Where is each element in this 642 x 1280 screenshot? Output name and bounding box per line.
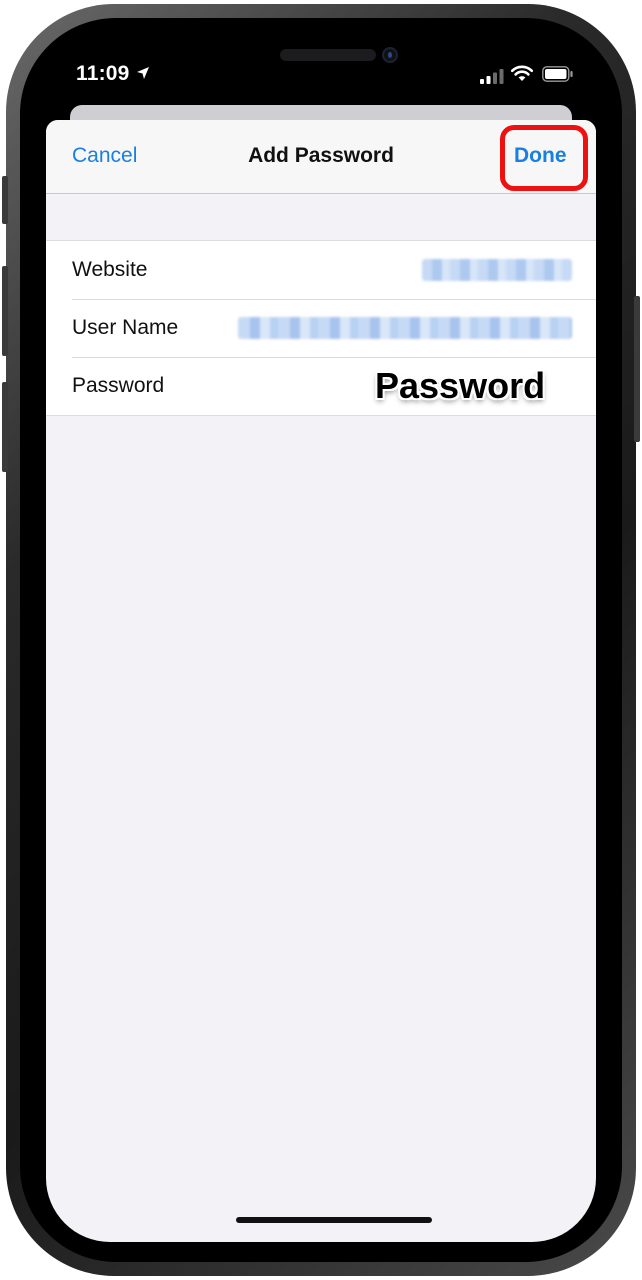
website-value-blurred[interactable] (422, 259, 572, 281)
website-row[interactable]: Website (46, 241, 596, 299)
home-indicator[interactable] (236, 1217, 432, 1223)
location-arrow-icon (136, 66, 150, 85)
cellular-signal-icon (480, 68, 506, 89)
battery-icon (542, 66, 574, 87)
volume-down-button (2, 382, 8, 472)
user-name-row[interactable]: User Name (46, 299, 596, 357)
website-label: Website (72, 258, 148, 281)
status-time: 11:09 (76, 62, 130, 85)
navigation-bar: Cancel Add Password Done (46, 120, 596, 194)
user-name-value-blurred[interactable] (238, 317, 572, 339)
password-row[interactable]: Password Password (46, 357, 596, 415)
done-highlight-box (500, 125, 588, 191)
speaker-grille (280, 49, 376, 61)
add-password-sheet: Cancel Add Password Done Website User Na… (46, 120, 596, 1242)
screen: 11:09 Cancel Add Password Done Website U… (32, 24, 610, 1256)
wifi-icon (510, 64, 534, 87)
front-camera-icon (382, 47, 398, 63)
password-form: Website User Name Password Password (46, 240, 596, 416)
user-name-label: User Name (72, 316, 179, 339)
power-button (634, 296, 640, 442)
password-label: Password (72, 374, 165, 397)
password-annotation: Password (375, 365, 546, 406)
volume-up-button (2, 266, 8, 356)
action-button (2, 176, 8, 224)
